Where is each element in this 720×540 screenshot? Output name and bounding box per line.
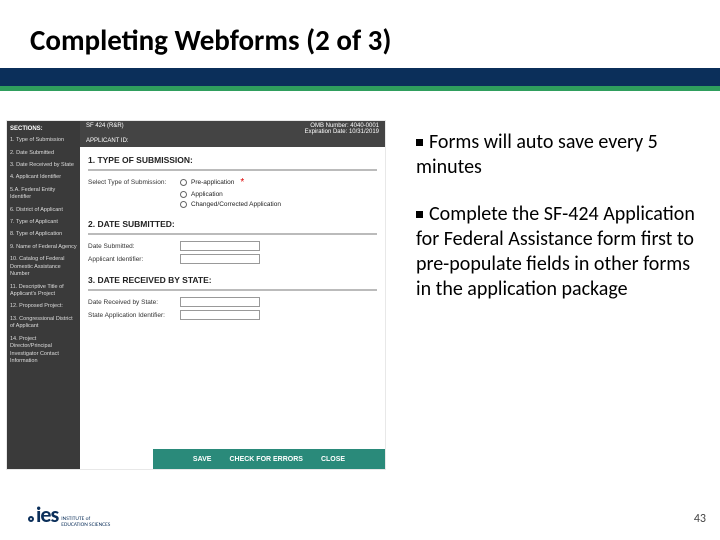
sidebar-item[interactable]: 12. Proposed Project: (10, 303, 77, 310)
bullet-square-icon (416, 139, 423, 146)
sidebar-item[interactable]: 2. Date Submitted (10, 150, 77, 157)
radio-icon[interactable] (180, 201, 187, 208)
rule-green (0, 86, 720, 91)
date-submitted-input[interactable] (180, 241, 260, 251)
radio-icon[interactable] (180, 179, 187, 186)
bullet-text: Complete the SF-424 Application for Fede… (416, 202, 695, 301)
form-main: SF 424 (R&R) OMB Number: 4040-0001 Expir… (80, 121, 385, 469)
bullet-square-icon (416, 211, 423, 218)
expiration-date: Expiration Date: 10/31/2019 (305, 129, 379, 135)
state-app-id-label: State Application Identifier: (88, 312, 180, 319)
check-errors-button[interactable]: CHECK FOR ERRORS (229, 456, 303, 463)
sections-sidebar: SECTIONS: 1. Type of Submission 2. Date … (7, 121, 80, 469)
sections-header: SECTIONS: (10, 125, 77, 133)
applicant-id-label: APPLICANT ID: (80, 137, 385, 147)
rule-navy (0, 68, 720, 86)
date-received-input[interactable] (180, 297, 260, 307)
sidebar-item[interactable]: 14. Project Director/Principal Investiga… (10, 336, 77, 366)
section-2: 2. DATE SUBMITTED: Date Submitted: Appli… (80, 211, 385, 264)
sidebar-item[interactable]: 7. Type of Applicant (10, 219, 77, 226)
radio-option[interactable]: Changed/Corrected Application (191, 201, 281, 208)
sidebar-item[interactable]: 13. Congressional District of Applicant (10, 316, 77, 331)
close-button[interactable]: CLOSE (321, 456, 345, 463)
section-1-title: 1. TYPE OF SUBMISSION: (88, 155, 377, 171)
date-submitted-label: Date Submitted: (88, 243, 180, 250)
sidebar-item[interactable]: 6. District of Applicant (10, 207, 77, 214)
applicant-identifier-input[interactable] (180, 254, 260, 264)
section-3-title: 3. DATE RECEIVED BY STATE: (88, 275, 377, 291)
form-topbar: SF 424 (R&R) OMB Number: 4040-0001 Expir… (80, 121, 385, 137)
content-area: SECTIONS: 1. Type of Submission 2. Date … (6, 120, 710, 490)
form-screenshot: SECTIONS: 1. Type of Submission 2. Date … (6, 120, 386, 470)
section-2-title: 2. DATE SUBMITTED: (88, 219, 377, 235)
form-bottom-bar: SAVE CHECK FOR ERRORS CLOSE (153, 449, 385, 469)
sidebar-item[interactable]: 3. Date Received by State (10, 162, 77, 169)
save-button[interactable]: SAVE (193, 456, 212, 463)
sidebar-item[interactable]: 10. Catalog of Federal Domestic Assistan… (10, 256, 77, 278)
sidebar-item[interactable]: 9. Name of Federal Agency (10, 244, 77, 251)
submission-type-label: Select Type of Submission: (88, 179, 180, 186)
logo-dot-icon (28, 516, 34, 522)
page-number: 43 (694, 512, 706, 526)
sidebar-item[interactable]: 8. Type of Application (10, 231, 77, 238)
sidebar-item[interactable]: 5.A. Federal Entity Identifier (10, 187, 77, 202)
date-received-label: Date Received by State: (88, 299, 180, 306)
slide: Completing Webforms (2 of 3) SECTIONS: 1… (0, 0, 720, 540)
required-star-icon: * (240, 177, 244, 188)
bullet-list: Forms will auto save every 5 minutes Com… (386, 120, 710, 490)
title-bar: Completing Webforms (2 of 3) (0, 0, 720, 68)
bullet-item: Forms will auto save every 5 minutes (416, 130, 700, 180)
sidebar-item[interactable]: 4. Applicant Identifier (10, 174, 77, 181)
radio-option[interactable]: Application (191, 191, 223, 198)
bullet-text: Forms will auto save every 5 minutes (416, 130, 658, 179)
radio-option[interactable]: Pre-application (191, 179, 234, 186)
logo-tagline: INSTITUTE ofEDUCATION SCIENCES (61, 517, 110, 528)
section-1: 1. TYPE OF SUBMISSION: Select Type of Su… (80, 147, 385, 208)
ies-logo: ies INSTITUTE ofEDUCATION SCIENCES (28, 501, 110, 528)
logo-ies-mark: ies (36, 501, 58, 528)
footer: ies INSTITUTE ofEDUCATION SCIENCES 43 (0, 502, 720, 532)
applicant-identifier-label: Applicant Identifier: (88, 256, 180, 263)
radio-icon[interactable] (180, 191, 187, 198)
state-app-id-input[interactable] (180, 310, 260, 320)
form-name-label: SF 424 (R&R) (86, 123, 124, 135)
section-3: 3. DATE RECEIVED BY STATE: Date Received… (80, 267, 385, 320)
sidebar-item[interactable]: 11. Descriptive Title of Applicant's Pro… (10, 284, 77, 299)
sidebar-item[interactable]: 1. Type of Submission (10, 137, 77, 144)
bullet-item: Complete the SF-424 Application for Fede… (416, 202, 700, 302)
page-title: Completing Webforms (2 of 3) (30, 22, 720, 58)
